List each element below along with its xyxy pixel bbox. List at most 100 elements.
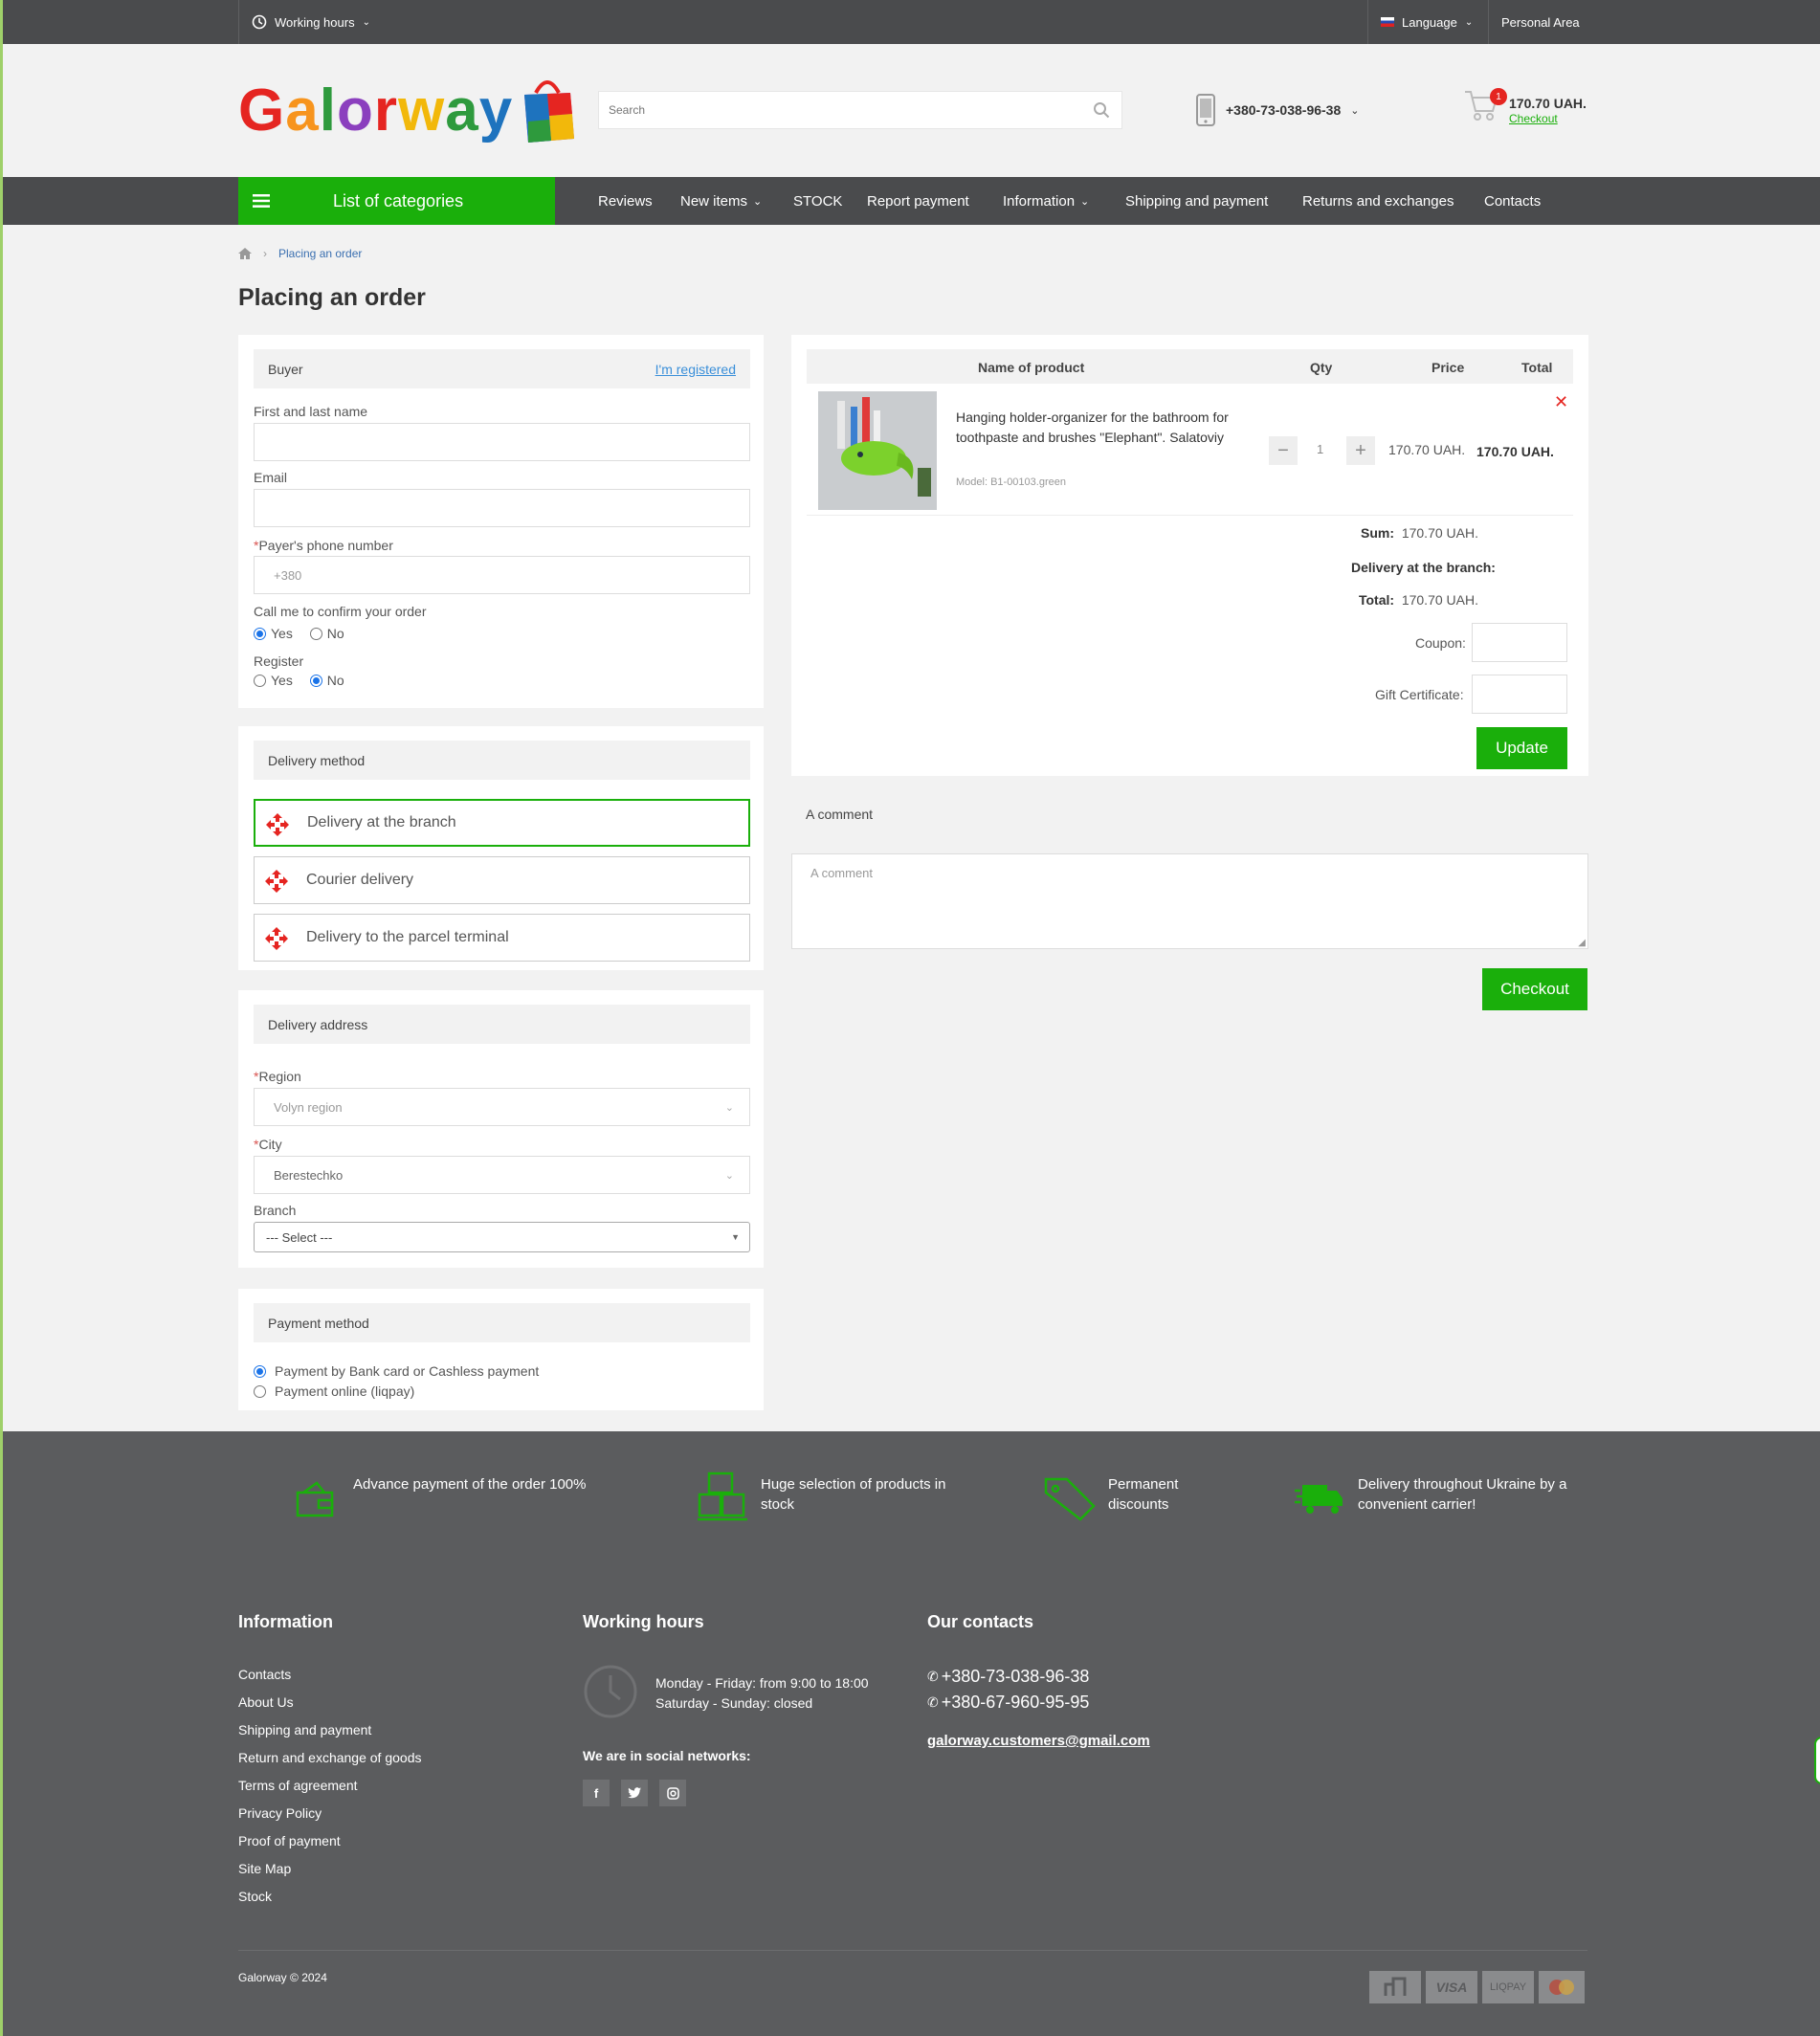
mastercard-icon	[1549, 1980, 1574, 1995]
home-icon[interactable]	[238, 248, 252, 259]
nav-stock[interactable]: STOCK	[793, 177, 842, 225]
search-icon[interactable]	[1093, 101, 1110, 119]
coupon-input[interactable]	[1472, 623, 1567, 662]
boxes-icon	[698, 1472, 747, 1521]
footer-phone-1[interactable]: ✆ +380-73-038-96-38	[927, 1667, 1089, 1687]
payment-option-liqpay[interactable]: Payment online (liqpay)	[254, 1383, 414, 1399]
footer-email[interactable]: galorway.customers@gmail.com	[927, 1733, 1150, 1749]
feature-huge-selection: Huge selection of products in stock	[761, 1476, 946, 1513]
footer-link-about[interactable]: About Us	[238, 1694, 294, 1710]
delivery-option-courier[interactable]: Courier delivery	[254, 856, 750, 904]
email-input[interactable]	[254, 489, 750, 527]
payment-option-card[interactable]: Payment by Bank card or Cashless payment	[254, 1363, 539, 1379]
resize-handle-icon[interactable]: ◢	[1578, 938, 1586, 948]
working-hours-dropdown[interactable]: Working hours ⌄	[252, 0, 370, 44]
phone-label: *Payer's phone number	[254, 538, 393, 553]
register-yes-radio[interactable]: Yes	[254, 673, 293, 688]
city-select[interactable]: Berestechko ⌄	[254, 1156, 750, 1194]
twitter-icon[interactable]	[621, 1780, 648, 1806]
registered-link[interactable]: I'm registered	[655, 362, 736, 377]
gift-certificate-input[interactable]	[1472, 675, 1567, 714]
name-input[interactable]	[254, 423, 750, 461]
nav-returns-exchanges[interactable]: Returns and exchanges	[1302, 177, 1454, 225]
breadcrumb: › Placing an order	[238, 247, 362, 260]
nav-information[interactable]: Information ⌄	[1003, 177, 1089, 225]
qty-decrease-button[interactable]: −	[1269, 436, 1298, 465]
feature-delivery-ukraine: Delivery throughout Ukraine by a conveni…	[1358, 1476, 1567, 1513]
language-dropdown[interactable]: Language ⌄	[1381, 0, 1473, 44]
feature-advance-payment: Advance payment of the order 100%	[353, 1476, 587, 1493]
email-label: Email	[254, 470, 288, 485]
footer-link-returns[interactable]: Return and exchange of goods	[238, 1750, 421, 1765]
checkout-button[interactable]: Checkout	[1482, 968, 1587, 1010]
payment-option-label: Payment online (liqpay)	[275, 1383, 415, 1399]
visa-badge: VISA	[1426, 1971, 1477, 2003]
top-bar: Working hours ⌄ Language ⌄ Personal Area	[3, 0, 1820, 44]
facebook-icon[interactable]: f	[583, 1780, 610, 1806]
comment-textarea[interactable]: A comment ◢	[791, 853, 1588, 949]
footer-link-contacts[interactable]: Contacts	[238, 1667, 291, 1682]
phone-input[interactable]: +380	[254, 556, 750, 594]
qty-value[interactable]: 1	[1317, 442, 1323, 456]
delivery-truck-icon	[1295, 1485, 1343, 1514]
phone-icon: ✆	[927, 1669, 939, 1684]
footer-link-privacy[interactable]: Privacy Policy	[238, 1805, 322, 1821]
nav-report-payment[interactable]: Report payment	[867, 177, 969, 225]
chevron-down-icon: ⌄	[724, 1169, 734, 1182]
instagram-icon[interactable]	[659, 1780, 686, 1806]
register-no-label: No	[326, 673, 344, 688]
footer-link-stock[interactable]: Stock	[238, 1889, 272, 1904]
register-no-radio[interactable]: No	[309, 673, 344, 688]
categories-menu-button[interactable]: List of categories	[238, 177, 555, 225]
address-heading: Delivery address	[254, 1005, 750, 1044]
call-yes-radio[interactable]: Yes	[254, 626, 293, 641]
nav-new-items[interactable]: New items ⌄	[680, 177, 762, 225]
logo-letter: y	[478, 77, 514, 144]
delivery-option-label: Delivery at the branch	[307, 814, 456, 830]
nav-label: Information	[1003, 192, 1076, 210]
header-phone[interactable]: +380-73-038-96-38 ⌄	[1195, 94, 1359, 126]
footer-link-terms[interactable]: Terms of agreement	[238, 1778, 358, 1793]
header-cart[interactable]: 1 170.70 UAH. Checkout	[1463, 88, 1587, 126]
region-select[interactable]: Volyn region ⌄	[254, 1088, 750, 1126]
col-total: Total	[1521, 360, 1553, 375]
call-no-radio[interactable]: No	[309, 626, 344, 641]
nav-shipping-payment[interactable]: Shipping and payment	[1125, 177, 1268, 225]
branch-select[interactable]: --- Select --- ▼	[254, 1222, 750, 1252]
privatbank-icon	[1384, 1977, 1407, 1996]
logo[interactable]: Galorway	[238, 72, 576, 148]
mobile-phone-icon	[1196, 94, 1215, 126]
radio-icon	[309, 675, 322, 687]
total-label: Total:	[1358, 592, 1395, 608]
qty-increase-button[interactable]: +	[1346, 436, 1375, 465]
footer-link-proof[interactable]: Proof of payment	[238, 1833, 341, 1848]
search-input[interactable]	[599, 92, 1121, 128]
nav-label: Shipping and payment	[1125, 192, 1269, 210]
breadcrumb-current[interactable]: Placing an order	[278, 247, 362, 260]
chevron-down-icon: ⌄	[724, 1101, 734, 1114]
register-label: Register	[254, 653, 304, 669]
footer-link-shipping[interactable]: Shipping and payment	[238, 1722, 371, 1737]
region-value: Volyn region	[274, 1099, 343, 1115]
delivery-option-terminal[interactable]: Delivery to the parcel terminal	[254, 914, 750, 962]
delivery-option-branch[interactable]: Delivery at the branch	[254, 799, 750, 847]
remove-item-icon[interactable]: ✕	[1554, 392, 1568, 412]
cart-checkout-link[interactable]: Checkout	[1509, 112, 1558, 125]
footer-link-sitemap[interactable]: Site Map	[238, 1861, 291, 1876]
nav-reviews[interactable]: Reviews	[598, 177, 653, 225]
product-model: Model: B1-00103.green	[956, 476, 1066, 488]
update-button[interactable]: Update	[1476, 727, 1567, 769]
personal-area-link[interactable]: Personal Area	[1501, 0, 1580, 44]
footer-divider	[238, 1950, 1587, 1951]
sum-row: Sum: 170.70 UAH.	[1361, 525, 1478, 541]
mastercard-badge	[1539, 1971, 1585, 2003]
footer-phone-number: +380-67-960-95-95	[941, 1693, 1090, 1712]
header-phone-number: +380-73-038-96-38	[1226, 102, 1342, 118]
product-name[interactable]: Hanging holder-organizer for the bathroo…	[956, 408, 1249, 448]
register-yes-label: Yes	[271, 673, 293, 688]
city-label: *City	[254, 1137, 282, 1152]
footer-phone-2[interactable]: ✆ +380-67-960-95-95	[927, 1693, 1089, 1713]
nav-contacts[interactable]: Contacts	[1484, 177, 1541, 225]
side-widget-tab[interactable]	[1814, 1737, 1820, 1784]
product-image[interactable]	[818, 391, 937, 510]
